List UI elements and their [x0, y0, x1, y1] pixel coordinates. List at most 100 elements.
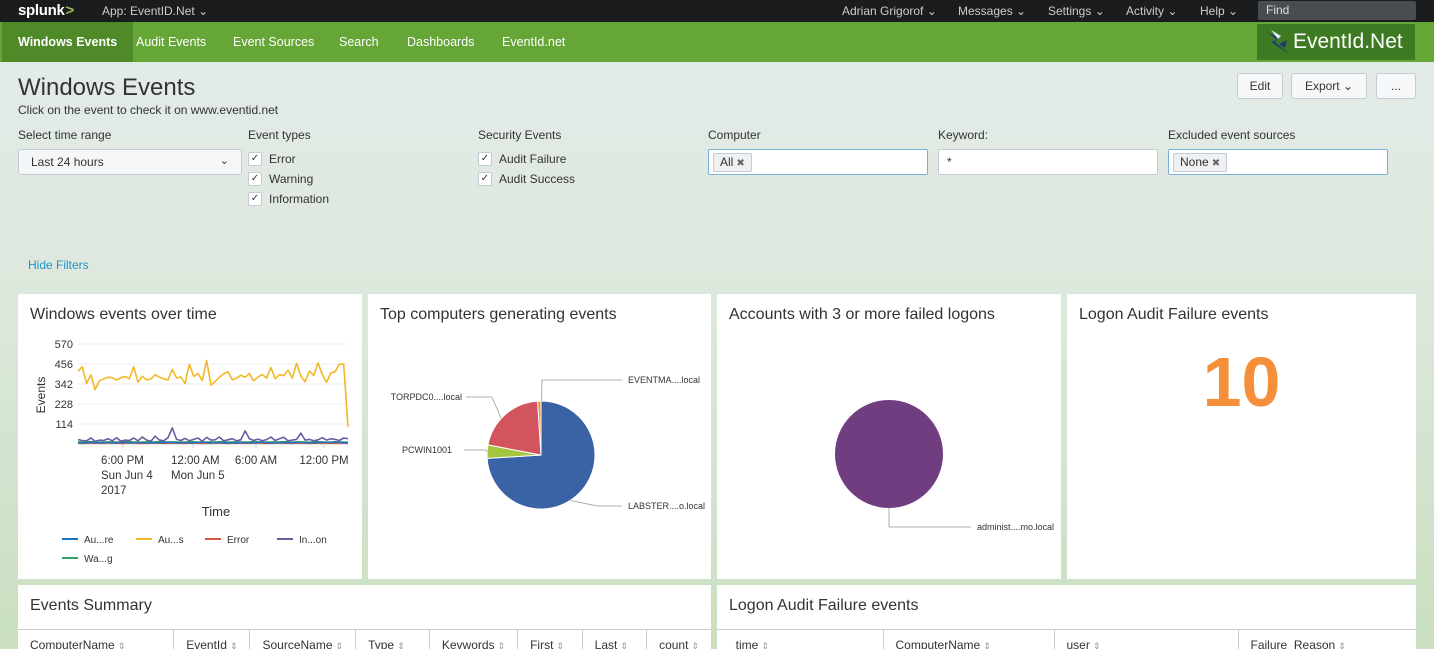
eventid-brand-logo[interactable]: EventId.Net: [1257, 24, 1415, 60]
hide-filters-link[interactable]: Hide Filters: [28, 258, 89, 272]
checkbox-error[interactable]: ✓ Error: [248, 151, 296, 167]
messages-menu[interactable]: Messages ⌄: [958, 4, 1026, 18]
column-header-sourcename[interactable]: SourceName ⇕: [249, 629, 357, 649]
sort-icon: ⇕: [117, 640, 126, 649]
legend-label[interactable]: Wa...g: [84, 554, 113, 565]
nav-search[interactable]: Search: [323, 22, 395, 62]
find-input[interactable]: Find: [1258, 1, 1416, 20]
column-header-type[interactable]: Type ⇕: [355, 629, 430, 649]
sort-icon: ⇕: [497, 640, 506, 649]
series-line[interactable]: [77, 359, 349, 427]
pie-slice-label[interactable]: TORPDC0....local: [391, 392, 462, 402]
keyword-input[interactable]: *: [938, 149, 1158, 175]
help-menu[interactable]: Help ⌄: [1200, 4, 1238, 18]
table-header-row: ComputerName ⇕ EventId ⇕ SourceName ⇕ Type ⇕…: [18, 629, 711, 649]
sort-icon: ⇕: [1338, 640, 1346, 649]
settings-menu[interactable]: Settings ⌄: [1048, 4, 1105, 18]
column-header-first[interactable]: First ⇕: [517, 629, 583, 649]
legend-label[interactable]: Au...re: [84, 535, 114, 546]
pie-leader-line: [541, 379, 622, 402]
pie-slice-label[interactable]: PCWIN1001: [402, 445, 452, 455]
logon-audit-failure-table-panel: Logon Audit Failure events _time ⇕ Comput…: [717, 585, 1416, 649]
table-header-row: _time ⇕ ComputerName ⇕ user ⇕ Failure_Reaso…: [717, 629, 1416, 649]
checkbox-warning[interactable]: ✓ Warning: [248, 171, 313, 187]
pie-slice-label[interactable]: administ....mo.local: [977, 522, 1054, 532]
splunk-logo[interactable]: splunk>: [18, 2, 74, 19]
column-header-failure-reason[interactable]: Failure_Reason ⇕: [1238, 629, 1416, 649]
column-header-computername[interactable]: ComputerName ⇕: [18, 629, 175, 649]
time-range-dropdown[interactable]: Last 24 hours ⌄: [18, 149, 242, 175]
series-line[interactable]: [77, 427, 349, 443]
chevron-down-icon: ⌄: [926, 4, 937, 18]
chevron-down-icon: ⌄: [198, 4, 209, 18]
more-actions-button[interactable]: ...: [1376, 73, 1416, 99]
column-header-eventid[interactable]: EventId ⇕: [173, 629, 251, 649]
x-tick-label: 6:00 AM: [235, 455, 277, 467]
x-tick-label: 6:00 PM: [101, 455, 144, 467]
nav-dashboards[interactable]: Dashboards: [391, 22, 490, 62]
logon-audit-failure-table: _time ⇕ ComputerName ⇕ user ⇕ Failure_Reaso…: [717, 629, 1416, 649]
logon-audit-failure-count-panel: Logon Audit Failure events 10: [1067, 294, 1416, 579]
nav-eventid-net[interactable]: EventId.net: [486, 22, 581, 62]
sort-icon: ⇕: [556, 640, 564, 649]
chevron-down-icon: ⌄: [1228, 4, 1239, 18]
series-line[interactable]: [77, 441, 349, 444]
column-header-count[interactable]: count ⇕: [646, 629, 711, 649]
page-description: Click on the event to check it on www.ev…: [18, 103, 279, 117]
checkbox-information[interactable]: ✓ Information: [248, 191, 329, 207]
single-value[interactable]: 10: [1067, 342, 1416, 422]
activity-menu[interactable]: Activity ⌄: [1126, 4, 1177, 18]
column-header-time[interactable]: _time ⇕: [717, 629, 884, 649]
sort-icon: ⇕: [761, 640, 769, 649]
y-tick-label: 114: [55, 419, 73, 431]
y-axis-label: Events: [34, 377, 48, 414]
column-header-last[interactable]: Last ⇕: [582, 629, 648, 649]
legend-label[interactable]: Au...s: [158, 535, 184, 546]
chevron-down-icon: ⌄: [1167, 4, 1178, 18]
nav-audit-events[interactable]: Audit Events: [120, 22, 222, 62]
x-tick-label: 2017: [101, 485, 127, 497]
column-header-keywords[interactable]: Keywords ⇕: [429, 629, 519, 649]
edit-button[interactable]: Edit: [1237, 73, 1283, 99]
computer-chip[interactable]: All ✖: [713, 153, 752, 172]
pie-leader-line: [464, 449, 488, 452]
chevron-down-icon: ⌄: [1342, 79, 1354, 93]
chevron-down-icon: ⌄: [1016, 4, 1027, 18]
events-over-time-chart[interactable]: 114 228 342 456 570 6:00 PM Sun Jun 4 2017 12:0…: [18, 294, 362, 579]
app-nav-bar: Windows Events Audit Events Event Source…: [0, 22, 1434, 62]
app-menu[interactable]: App: EventID.Net ⌄: [102, 4, 208, 18]
user-menu[interactable]: Adrian Grigorof ⌄: [842, 4, 937, 18]
failed-logons-pie-chart[interactable]: administ....mo.local: [717, 294, 1061, 579]
check-icon: ✓: [478, 151, 492, 166]
legend-label[interactable]: In...on: [299, 535, 327, 546]
computer-multiselect[interactable]: All ✖: [708, 149, 928, 175]
remove-icon[interactable]: ✖: [736, 158, 744, 169]
sort-icon: ⇕: [620, 640, 628, 649]
check-icon: ✓: [248, 171, 262, 186]
remove-icon[interactable]: ✖: [1212, 158, 1220, 169]
top-computers-pie-chart[interactable]: LABSTER....o.local PCWIN1001 TORPDC0....lo…: [368, 294, 711, 579]
pie-leader-line: [570, 500, 622, 507]
chevron-down-icon: ⌄: [219, 155, 229, 167]
excluded-sources-multiselect[interactable]: None ✖: [1168, 149, 1388, 175]
export-button[interactable]: Export ⌄: [1291, 73, 1367, 99]
nav-windows-events[interactable]: Windows Events: [2, 22, 134, 62]
y-tick-label: 342: [55, 379, 73, 391]
nav-event-sources[interactable]: Event Sources: [217, 22, 330, 62]
eventid-logo-icon: [1267, 30, 1289, 54]
excluded-source-chip[interactable]: None ✖: [1173, 153, 1228, 172]
column-header-computername[interactable]: ComputerName ⇕: [883, 629, 1055, 649]
legend-label[interactable]: Error: [227, 535, 250, 546]
y-tick-label: 456: [55, 359, 73, 371]
sort-icon: ⇕: [335, 640, 344, 649]
column-header-user[interactable]: user ⇕: [1054, 629, 1239, 649]
pie-slice-label[interactable]: LABSTER....o.local: [628, 501, 705, 511]
event-types-label: Event types: [248, 128, 311, 142]
checkbox-audit-failure[interactable]: ✓ Audit Failure: [478, 151, 566, 167]
pie-slice[interactable]: [835, 400, 943, 508]
sort-icon: ⇕: [691, 640, 699, 649]
pie-slice-label[interactable]: EVENTMA....local: [628, 375, 700, 385]
checkbox-audit-success[interactable]: ✓ Audit Success: [478, 171, 575, 187]
events-over-time-panel: Windows events over time 114 228 342 456 570…: [18, 294, 362, 579]
page-title: Windows Events: [18, 74, 196, 101]
